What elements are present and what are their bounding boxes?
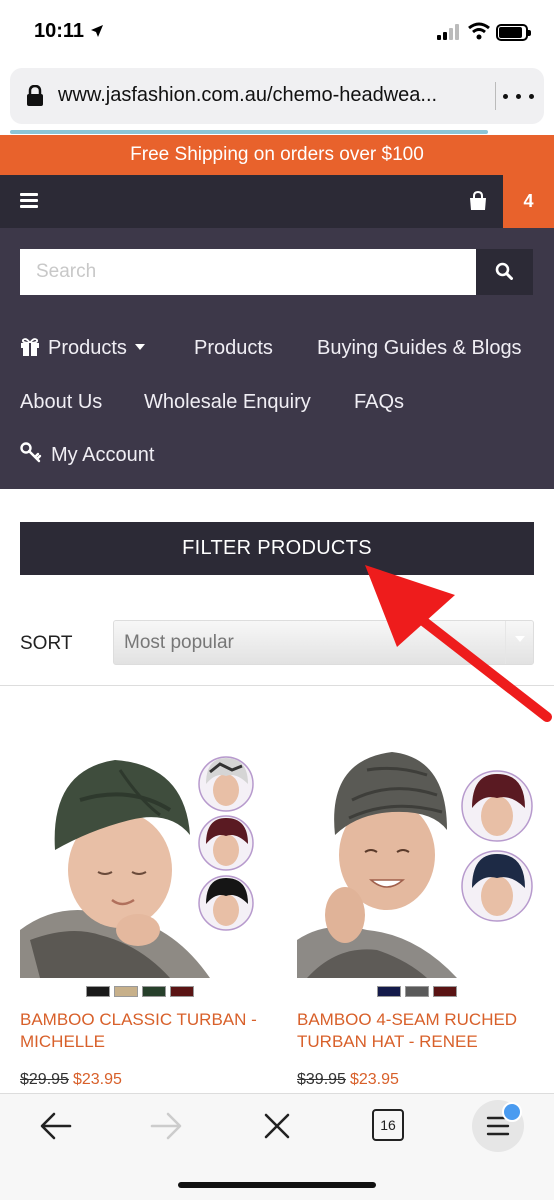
nav-my-account[interactable]: My Account xyxy=(51,444,154,467)
signal-icon xyxy=(437,24,463,40)
product-photo xyxy=(297,740,537,978)
sort-label: SORT xyxy=(20,633,73,654)
product-price: $39.95 $23.95 xyxy=(297,1071,537,1089)
nav-products-dropdown-label: Products xyxy=(48,337,127,359)
search-icon xyxy=(495,262,513,280)
close-icon[interactable] xyxy=(263,1112,291,1140)
lock-icon xyxy=(27,85,43,106)
menu-icon[interactable] xyxy=(20,193,38,209)
forward-icon[interactable] xyxy=(150,1112,182,1140)
search-button[interactable] xyxy=(476,249,533,295)
gift-icon xyxy=(21,338,39,356)
chevron-down-icon xyxy=(134,343,145,350)
price-original: $29.95 xyxy=(20,1071,69,1088)
cart-icon[interactable] xyxy=(468,191,488,211)
back-icon[interactable] xyxy=(40,1112,72,1140)
color-swatches xyxy=(297,986,537,997)
location-arrow-icon xyxy=(91,25,103,37)
nav-products-dropdown[interactable]: Products xyxy=(48,337,145,360)
swatch-maroon[interactable] xyxy=(170,986,194,997)
swatch-beige[interactable] xyxy=(114,986,138,997)
nav-buying-guides[interactable]: Buying Guides & Blogs xyxy=(317,337,522,360)
product-image[interactable] xyxy=(297,740,537,978)
key-icon xyxy=(20,442,42,463)
battery-icon xyxy=(496,24,531,41)
product-title[interactable]: BAMBOO CLASSIC TURBAN - MICHELLE xyxy=(20,1009,260,1053)
swatch-grey[interactable] xyxy=(405,986,429,997)
product-title[interactable]: BAMBOO 4-SEAM RUCHED TURBAN HAT - RENEE xyxy=(297,1009,537,1053)
swatch-navy[interactable] xyxy=(377,986,401,997)
tabs-icon[interactable]: 16 xyxy=(372,1109,404,1141)
product-image[interactable] xyxy=(20,740,260,978)
status-bar: 10:11 xyxy=(0,0,554,62)
status-time: 10:11 xyxy=(34,20,85,42)
promo-banner: Free Shipping on orders over $100 xyxy=(0,135,554,175)
product-card[interactable]: BAMBOO 4-SEAM RUCHED TURBAN HAT - RENEE … xyxy=(297,740,537,1089)
product-photo xyxy=(20,740,260,978)
price-sale: $23.95 xyxy=(72,1071,122,1088)
home-indicator xyxy=(178,1182,376,1188)
nav-area: Products Products Buying Guides & Blogs … xyxy=(0,228,554,489)
search-input[interactable] xyxy=(20,249,476,295)
nav-faqs[interactable]: FAQs xyxy=(354,391,404,414)
swatch-green[interactable] xyxy=(142,986,166,997)
swatch-maroon[interactable] xyxy=(433,986,457,997)
price-sale: $23.95 xyxy=(349,1071,399,1088)
notification-dot xyxy=(502,1102,522,1122)
more-icon[interactable] xyxy=(500,80,540,112)
url-divider xyxy=(495,82,496,110)
product-card[interactable]: BAMBOO CLASSIC TURBAN - MICHELLE $29.95 $… xyxy=(20,740,260,1089)
swatch-black[interactable] xyxy=(86,986,110,997)
page-load-progress xyxy=(10,130,488,134)
annotation-arrow-icon xyxy=(365,565,552,722)
price-original: $39.95 xyxy=(297,1071,346,1088)
sort-selected-value: Most popular xyxy=(124,632,234,653)
nav-wholesale[interactable]: Wholesale Enquiry xyxy=(144,391,311,414)
url-bar[interactable]: www.jasfashion.com.au/chemo-headwea... xyxy=(10,68,544,124)
site-header: 4 xyxy=(0,175,554,228)
color-swatches xyxy=(20,986,260,997)
url-text[interactable]: www.jasfashion.com.au/chemo-headwea... xyxy=(58,84,483,107)
nav-about-us[interactable]: About Us xyxy=(20,391,102,414)
cart-count-badge[interactable]: 4 xyxy=(503,175,554,228)
product-price: $29.95 $23.95 xyxy=(20,1071,260,1089)
wifi-icon xyxy=(468,22,490,40)
nav-products[interactable]: Products xyxy=(194,337,273,360)
